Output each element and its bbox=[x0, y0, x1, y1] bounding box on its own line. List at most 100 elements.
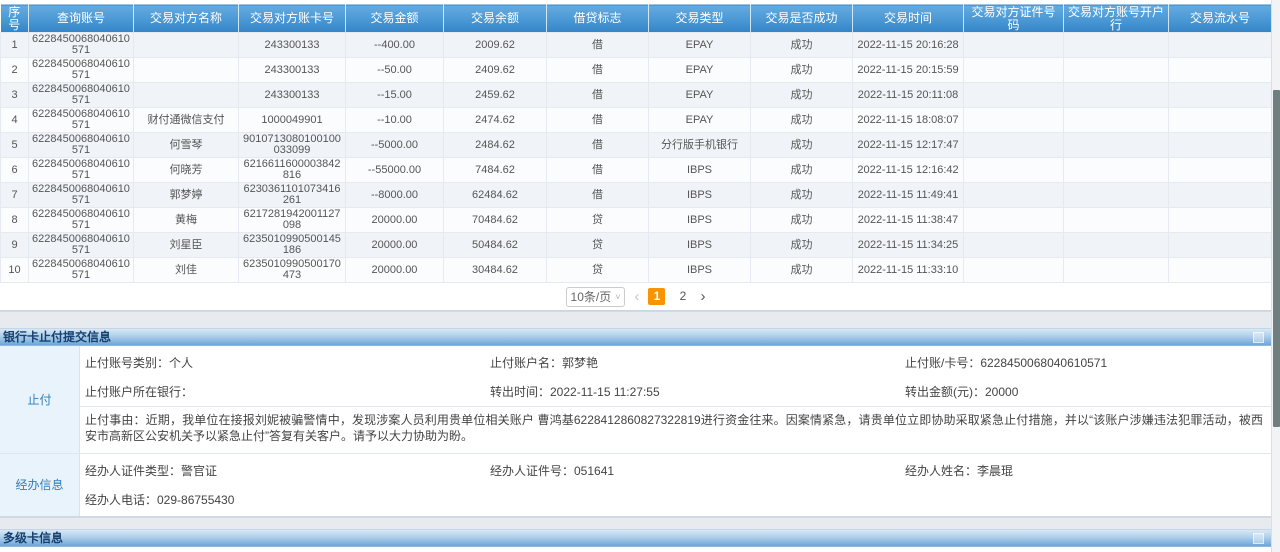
card-no-field: 止付账/卡号：6228450068040610571 bbox=[905, 354, 1271, 371]
table-cell: 6228450068040610571 bbox=[29, 208, 134, 233]
officer-phone-field: 经办人电话：029-86755430 bbox=[85, 491, 490, 508]
table-cell: EPAY bbox=[649, 83, 751, 108]
column-header: 交易对方账卡号 bbox=[239, 5, 346, 33]
table-cell: 何晓芳 bbox=[134, 158, 239, 183]
table-cell: 6228450068040610571 bbox=[29, 158, 134, 183]
officer-cert-no-field: 经办人证件号：051641 bbox=[490, 462, 905, 479]
table-cell: 3 bbox=[1, 83, 29, 108]
table-cell bbox=[1064, 108, 1169, 133]
table-cell: 6228450068040610571 bbox=[29, 233, 134, 258]
table-cell bbox=[1064, 183, 1169, 208]
table-cell bbox=[134, 33, 239, 58]
column-header: 交易流水号 bbox=[1169, 5, 1272, 33]
transfer-amount-field: 转出金额(元)：20000 bbox=[905, 383, 1271, 400]
table-cell: 郭梦婷 bbox=[134, 183, 239, 208]
table-cell: --400.00 bbox=[346, 33, 444, 58]
table-cell: 成功 bbox=[751, 108, 853, 133]
table-cell: 借 bbox=[547, 158, 649, 183]
table-cell: 9 bbox=[1, 233, 29, 258]
column-header: 交易是否成功 bbox=[751, 5, 853, 33]
table-row: 86228450068040610571黄梅621728194200112709… bbox=[1, 208, 1272, 233]
column-header: 交易对方名称 bbox=[134, 5, 239, 33]
page-size-label: 10条/页 bbox=[571, 288, 612, 305]
column-header: 交易时间 bbox=[853, 5, 964, 33]
column-header: 查询账号 bbox=[29, 5, 134, 33]
table-cell: 2474.62 bbox=[444, 108, 547, 133]
row-label-zhifu: 止付 bbox=[0, 346, 80, 452]
table-cell: 2409.62 bbox=[444, 58, 547, 83]
transactions-panel: 序号查询账号交易对方名称交易对方账卡号交易金额交易余额借贷标志交易类型交易是否成… bbox=[0, 0, 1271, 311]
page: 序号查询账号交易对方名称交易对方账卡号交易金额交易余额借贷标志交易类型交易是否成… bbox=[0, 0, 1271, 552]
section-divider bbox=[0, 311, 1271, 328]
field-line: 止付账号类别：个人 止付账户名：郭梦艳 止付账/卡号：6228450068040… bbox=[80, 348, 1271, 377]
table-cell: 6235010990500170473 bbox=[239, 258, 346, 283]
table-cell: 243300133 bbox=[239, 58, 346, 83]
table-cell: 借 bbox=[547, 108, 649, 133]
table-cell: 243300133 bbox=[239, 33, 346, 58]
table-cell: 62484.62 bbox=[444, 183, 547, 208]
section-title: 多级卡信息 bbox=[3, 531, 63, 545]
table-cell: 9010713080100100033099 bbox=[239, 133, 346, 158]
page-size-select[interactable]: 10条/页 ˅ bbox=[566, 287, 626, 307]
table-cell bbox=[964, 183, 1064, 208]
table-cell: 2022-11-15 12:16:42 bbox=[853, 158, 964, 183]
table-cell: 成功 bbox=[751, 83, 853, 108]
chevron-down-icon: ˅ bbox=[615, 292, 620, 302]
column-header: 交易对方账号开户行 bbox=[1064, 5, 1169, 33]
stop-payment-row: 止付 止付账号类别：个人 止付账户名：郭梦艳 止付账/卡号：6228450068… bbox=[0, 346, 1271, 453]
table-cell: 6216611600003842816 bbox=[239, 158, 346, 183]
table-row: 106228450068040610571刘佳62350109905001704… bbox=[1, 258, 1272, 283]
scrollbar-thumb[interactable] bbox=[1273, 90, 1280, 427]
table-cell bbox=[1064, 258, 1169, 283]
table-cell: 6230361101073416261 bbox=[239, 183, 346, 208]
table-cell bbox=[964, 208, 1064, 233]
table-cell: 成功 bbox=[751, 258, 853, 283]
table-cell bbox=[134, 58, 239, 83]
table-cell: 贷 bbox=[547, 208, 649, 233]
table-cell bbox=[1064, 83, 1169, 108]
next-page-button[interactable]: › bbox=[700, 289, 705, 304]
bank-field: 止付账户所在银行： bbox=[85, 383, 490, 400]
table-cell: 243300133 bbox=[239, 83, 346, 108]
table-cell bbox=[1064, 58, 1169, 83]
table-cell: IBPS bbox=[649, 233, 751, 258]
table-cell: IBPS bbox=[649, 158, 751, 183]
vertical-scrollbar[interactable] bbox=[1271, 0, 1280, 552]
officer-cert-type-field: 经办人证件类型：警官证 bbox=[85, 462, 490, 479]
table-cell: 30484.62 bbox=[444, 258, 547, 283]
table-cell bbox=[1169, 258, 1272, 283]
table-cell bbox=[1169, 183, 1272, 208]
account-name-field: 止付账户名：郭梦艳 bbox=[490, 354, 905, 371]
table-cell: 借 bbox=[547, 33, 649, 58]
page-number-2[interactable]: 2 bbox=[674, 288, 691, 305]
table-cell bbox=[1064, 158, 1169, 183]
page-number-1[interactable]: 1 bbox=[648, 288, 665, 305]
table-cell bbox=[1169, 108, 1272, 133]
table-cell: --15.00 bbox=[346, 83, 444, 108]
table-cell: 70484.62 bbox=[444, 208, 547, 233]
prev-page-button[interactable]: ‹ bbox=[634, 289, 639, 304]
table-cell: 刘星臣 bbox=[134, 233, 239, 258]
table-cell: 贷 bbox=[547, 258, 649, 283]
table-cell bbox=[964, 58, 1064, 83]
table-row: 96228450068040610571刘星臣62350109905001451… bbox=[1, 233, 1272, 258]
column-header: 交易余额 bbox=[444, 5, 547, 33]
table-row: 76228450068040610571郭梦婷62303611010734162… bbox=[1, 183, 1272, 208]
table-cell bbox=[134, 83, 239, 108]
field-line: 止付账户所在银行： 转出时间：2022-11-15 11:27:55 转出金额(… bbox=[80, 377, 1271, 406]
table-cell: EPAY bbox=[649, 108, 751, 133]
table-cell bbox=[964, 133, 1064, 158]
table-row: 26228450068040610571243300133--50.002409… bbox=[1, 58, 1272, 83]
table-cell: 成功 bbox=[751, 58, 853, 83]
table-cell: 刘佳 bbox=[134, 258, 239, 283]
table-cell: 6235010990500145186 bbox=[239, 233, 346, 258]
collapse-icon[interactable] bbox=[1253, 332, 1264, 343]
collapse-icon[interactable] bbox=[1253, 533, 1264, 544]
table-cell: 20000.00 bbox=[346, 233, 444, 258]
table-cell: 2022-11-15 12:17:47 bbox=[853, 133, 964, 158]
table-cell bbox=[1169, 58, 1272, 83]
officer-name-field: 经办人姓名：李晨琨 bbox=[905, 462, 1271, 479]
table-cell bbox=[1169, 233, 1272, 258]
table-cell: 2022-11-15 18:08:07 bbox=[853, 108, 964, 133]
table-cell: EPAY bbox=[649, 33, 751, 58]
